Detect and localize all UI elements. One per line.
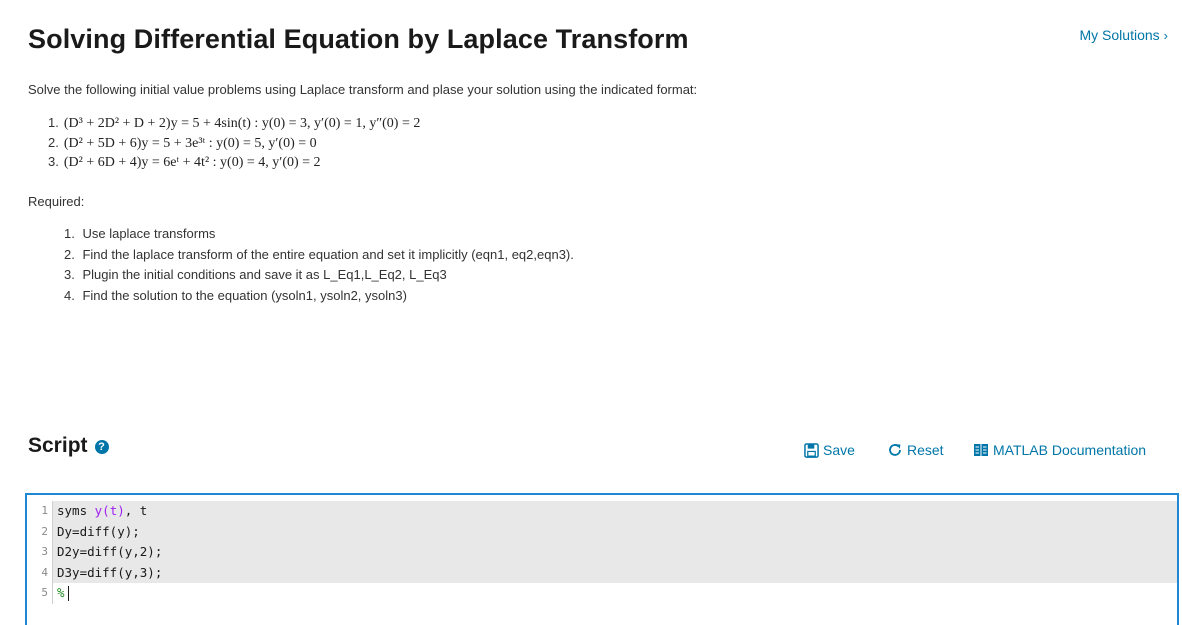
requirement-text: Find the solution to the equation (ysoln… — [82, 288, 407, 304]
code-line[interactable]: 1 syms y(t), t — [27, 501, 1177, 522]
required-heading: Required: — [28, 194, 85, 209]
requirement-number: 4. — [64, 288, 75, 304]
reset-label: Reset — [907, 442, 944, 458]
code-area[interactable]: 1 syms y(t), t 2 Dy=diff(y); 3 D2y=diff(… — [27, 501, 1177, 604]
requirement-number: 1. — [64, 226, 75, 241]
problem-equation: (D² + 5D + 6)y = 5 + 3e³ᵗ : y(0) = 5, y′… — [63, 135, 317, 151]
requirement-item: 3. Plugin the initial conditions and sav… — [64, 265, 574, 286]
problem-number: 1. — [48, 115, 59, 130]
requirement-text: Use laplace transforms — [82, 226, 216, 241]
text-cursor — [67, 586, 69, 601]
save-button[interactable]: Save — [804, 442, 855, 458]
problem-item: 1. (D³ + 2D² + D + 2)y = 5 + 4sin(t) : y(… — [48, 113, 420, 133]
code-keyword: syms — [57, 503, 95, 518]
problem-number: 3. — [48, 154, 59, 169]
line-number: 4 — [27, 562, 53, 583]
problem-equation: (D² + 6D + 4)y = 6eᵗ + 4t² : y(0) = 4, y… — [63, 155, 321, 170]
book-icon — [974, 444, 988, 456]
requirement-item: 4. Find the solution to the equation (ys… — [64, 286, 574, 307]
problem-list: 1. (D³ + 2D² + D + 2)y = 5 + 4sin(t) : y(… — [48, 113, 420, 172]
refresh-icon — [889, 444, 901, 456]
line-number: 1 — [27, 501, 53, 522]
save-label: Save — [823, 442, 855, 458]
script-heading: Script ? — [28, 434, 109, 458]
requirement-text: Find the laplace transform of the entire… — [82, 246, 574, 262]
code-line-active[interactable]: 5 % — [27, 583, 1177, 604]
code-text[interactable]: D3y=diff(y,3); — [53, 563, 162, 584]
problem-number: 2. — [48, 134, 59, 150]
matlab-documentation-label: MATLAB Documentation — [993, 442, 1147, 458]
requirement-text: Plugin the initial conditions and save i… — [82, 267, 447, 283]
code-line[interactable]: 2 Dy=diff(y); — [27, 521, 1177, 543]
code-variable: y(t) — [94, 503, 125, 518]
code-text[interactable]: syms y(t), t — [53, 501, 147, 522]
code-text[interactable]: % — [53, 583, 69, 604]
page-title: Solving Differential Equation by Laplace… — [28, 24, 689, 54]
code-editor[interactable]: 1 syms y(t), t 2 Dy=diff(y); 3 D2y=diff(… — [25, 493, 1179, 625]
problem-equation: (D³ + 2D² + D + 2)y = 5 + 4sin(t) : y(0)… — [63, 116, 421, 131]
my-solutions-label: My Solutions — [1079, 27, 1160, 43]
requirement-item: 1. Use laplace transforms — [64, 224, 574, 245]
code-text[interactable]: D2y=diff(y,2); — [53, 542, 162, 563]
problem-item: 2. (D² + 5D + 6)y = 5 + 3e³ᵗ : y(0) = 5, … — [48, 133, 420, 153]
code-line[interactable]: 3 D2y=diff(y,2); — [27, 542, 1177, 563]
floppy-disk-icon — [804, 442, 819, 458]
code-comment: % — [57, 585, 65, 600]
line-number: 5 — [27, 583, 53, 604]
code-line[interactable]: 4 D3y=diff(y,3); — [27, 562, 1177, 584]
my-solutions-link[interactable]: My Solutions › — [1080, 27, 1169, 43]
chevron-right-icon: › — [1163, 28, 1168, 43]
help-icon[interactable]: ? — [94, 440, 109, 454]
requirement-number: 2. — [64, 246, 75, 262]
requirement-number: 3. — [64, 267, 75, 283]
line-number: 3 — [27, 542, 53, 563]
reset-button[interactable]: Reset — [887, 442, 944, 458]
code-rest: , t — [124, 503, 148, 518]
line-number: 2 — [27, 521, 53, 542]
problem-intro: Solve the following initial value proble… — [28, 82, 698, 97]
matlab-documentation-link[interactable]: MATLAB Documentation — [973, 442, 1146, 458]
code-text[interactable]: Dy=diff(y); — [53, 522, 140, 543]
requirements-list: 1. Use laplace transforms 2. Find the la… — [64, 224, 574, 307]
problem-item: 3. (D² + 6D + 4)y = 6eᵗ + 4t² : y(0) = 4,… — [48, 152, 420, 172]
script-title: Script — [28, 434, 88, 457]
requirement-item: 2. Find the laplace transform of the ent… — [64, 245, 574, 266]
